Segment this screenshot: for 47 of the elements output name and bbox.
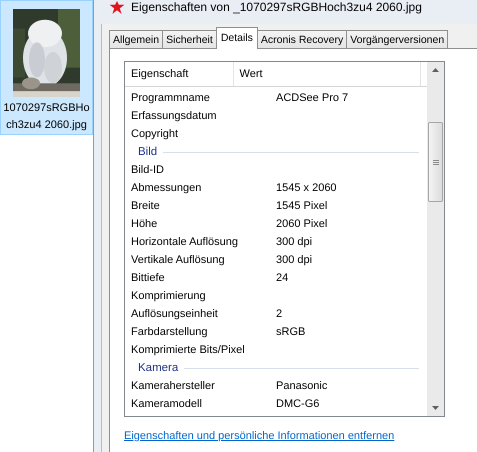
file-item[interactable]: 1070297sRGBHo ch3zu4 2060.jpg bbox=[0, 0, 93, 135]
column-header[interactable]: Eigenschaft bbox=[125, 62, 234, 86]
scroll-up-icon[interactable] bbox=[432, 68, 439, 72]
property-value: 1545 x 2060 bbox=[275, 182, 337, 194]
file-name: 1070297sRGBHo bbox=[3, 101, 90, 116]
property-value: 1545 Pixel bbox=[275, 200, 328, 212]
property-name: Horizontale Auflösung bbox=[130, 236, 240, 248]
file-name: ch3zu4 2060.jpg bbox=[6, 118, 87, 133]
property-name: Programmname bbox=[130, 92, 211, 104]
property-name: Breite bbox=[130, 200, 161, 212]
property-value: sRGB bbox=[275, 326, 306, 338]
property-name: Höhe bbox=[130, 218, 158, 230]
property-name: Farbdarstellung bbox=[130, 326, 208, 338]
star-icon bbox=[109, 1, 125, 14]
tab[interactable]: Vorgängerversionen bbox=[346, 30, 448, 49]
property-value: 2060 Pixel bbox=[275, 218, 328, 230]
column-header[interactable]: Wert bbox=[234, 62, 421, 86]
scroll-down-icon[interactable] bbox=[432, 406, 439, 410]
tab[interactable]: Acronis Recovery bbox=[256, 30, 348, 49]
property-name: Copyright bbox=[130, 128, 180, 140]
property-name: Kameramodell bbox=[130, 398, 203, 410]
property-name: Abmessungen bbox=[130, 182, 202, 194]
property-value: 300 dpi bbox=[275, 254, 312, 266]
tab[interactable]: Allgemein bbox=[109, 30, 164, 49]
property-value: Panasonic bbox=[275, 380, 328, 392]
scroll-thumb[interactable] bbox=[428, 122, 443, 202]
tab[interactable]: Details bbox=[216, 27, 258, 49]
property-name: Komprimierung bbox=[130, 290, 207, 302]
property-value: 2 bbox=[275, 308, 282, 320]
property-name: Erfassungsdatum bbox=[130, 110, 218, 122]
property-name: Bild-ID bbox=[130, 164, 166, 176]
property-value: 24 bbox=[275, 272, 288, 284]
scrollbar[interactable] bbox=[427, 62, 444, 416]
remove-properties-link[interactable]: Eigenschaften und persönliche Informationen entfernen bbox=[124, 430, 394, 442]
property-name: Vertikale Auflösung bbox=[130, 254, 226, 266]
tab[interactable]: Sicherheit bbox=[162, 30, 217, 49]
property-value: DMC-G6 bbox=[275, 398, 320, 410]
property-value: 300 dpi bbox=[275, 236, 312, 248]
window-title: Eigenschaften von _1070297sRGBHoch3zu4 2060.jpg bbox=[131, 1, 422, 14]
grip-icon bbox=[432, 160, 438, 164]
property-name: Komprimierte Bits/Pixel bbox=[130, 344, 246, 356]
property-value: ACDSee Pro 7 bbox=[275, 92, 348, 104]
property-name: Bittiefe bbox=[130, 272, 166, 284]
group-heading: Bild bbox=[138, 146, 158, 158]
property-name: Auflösungseinheit bbox=[130, 308, 219, 320]
group-heading: Kamera bbox=[138, 362, 178, 374]
property-name: Kamerahersteller bbox=[130, 380, 216, 392]
